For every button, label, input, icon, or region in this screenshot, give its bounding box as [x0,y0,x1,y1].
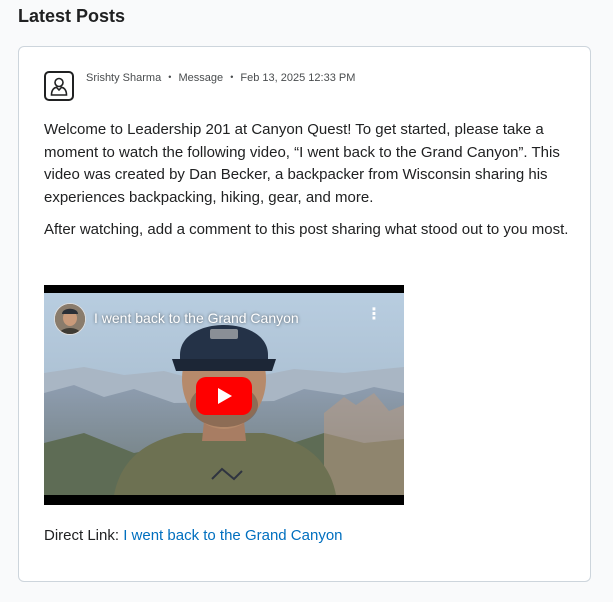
video-embed[interactable]: I went back to the Grand Canyon ⋮ [44,285,404,505]
post-type: Message [178,72,224,84]
post-paragraph: After watching, add a comment to this po… [44,221,569,238]
direct-link-label: Direct Link: [44,527,120,544]
post-card: Srishty Sharma • Message • Feb 13, 2025 … [18,46,591,582]
video-title[interactable]: I went back to the Grand Canyon [94,310,299,326]
post-date: Feb 13, 2025 12:33 PM [240,72,356,84]
section-title: Latest Posts [18,6,126,26]
user-icon [44,71,74,101]
post-meta: Srishty Sharma • Message • Feb 13, 2025 … [86,72,355,84]
author-name: Srishty Sharma [86,72,162,84]
post-paragraph: Welcome to Leadership 201 at Canyon Ques… [44,121,560,206]
direct-link-row: Direct Link: I went back to the Grand Ca… [44,527,343,544]
video-thumbnail: I went back to the Grand Canyon ⋮ [44,293,404,495]
post-body: Welcome to Leadership 201 at Canyon Ques… [44,119,569,252]
play-icon[interactable] [196,377,252,415]
meta-separator: • [168,72,172,82]
direct-link[interactable]: I went back to the Grand Canyon [123,527,342,544]
meta-separator: • [230,72,234,82]
channel-avatar[interactable] [54,303,86,335]
more-vertical-icon[interactable]: ⋮ [366,307,382,323]
